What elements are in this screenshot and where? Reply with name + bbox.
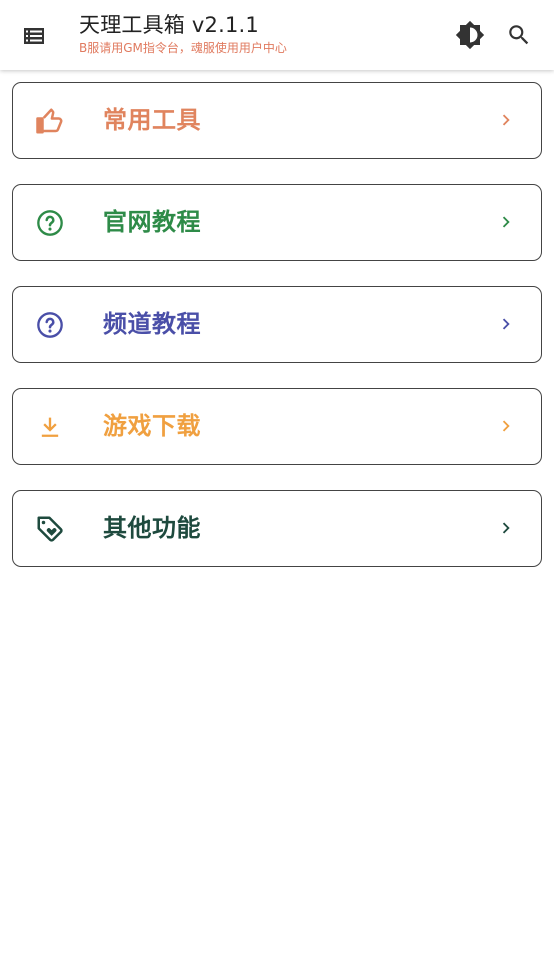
card-label: 游戏下载 [103, 412, 201, 440]
card-label: 频道教程 [103, 310, 201, 338]
app-subtitle: B服请用GM指令台，魂服使用用户中心 [79, 41, 287, 55]
help-circle-icon [37, 210, 63, 236]
card-channel-tutorial[interactable]: 频道教程 [12, 286, 542, 363]
download-icon [41, 417, 59, 437]
help-circle-icon [37, 312, 63, 338]
search-icon [509, 25, 529, 45]
menu-button[interactable] [14, 16, 54, 56]
app-title: 天理工具箱 v2.1.1 [79, 13, 259, 37]
chevron-right-icon [502, 114, 510, 126]
brightness-icon [455, 20, 485, 50]
chevron-right-icon [502, 522, 510, 534]
card-official-tutorial[interactable]: 官网教程 [12, 184, 542, 261]
card-other-features[interactable]: 其他功能 [12, 490, 542, 567]
card-label: 常用工具 [103, 106, 201, 134]
list-menu-icon [24, 28, 44, 44]
card-game-download[interactable]: 游戏下载 [12, 388, 542, 465]
card-label: 其他功能 [103, 514, 201, 542]
card-common-tools[interactable]: 常用工具 [12, 82, 542, 159]
theme-toggle-button[interactable] [450, 15, 490, 55]
thumb-up-icon [36, 108, 63, 134]
chevron-right-icon [502, 318, 510, 330]
title-block: 天理工具箱 v2.1.1 B服请用GM指令台，魂服使用用户中心 [79, 11, 287, 57]
search-button[interactable] [499, 15, 539, 55]
chevron-right-icon [502, 420, 510, 432]
card-label: 官网教程 [103, 208, 201, 236]
app-bar: 天理工具箱 v2.1.1 B服请用GM指令台，魂服使用用户中心 [0, 0, 554, 70]
chevron-right-icon [502, 216, 510, 228]
tag-heart-icon [37, 516, 63, 542]
